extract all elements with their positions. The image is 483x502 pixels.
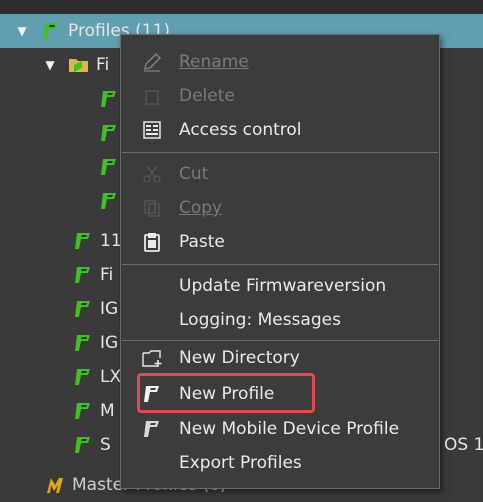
tree-node-label: Fi: [100, 265, 114, 285]
menu-item-label: New Directory: [179, 348, 300, 368]
menu-item-update-firmware[interactable]: Update Firmwareversion: [121, 269, 439, 303]
profile-icon: [72, 366, 94, 388]
menu-separator: [122, 264, 438, 265]
tree-node-label: IG: [100, 299, 119, 319]
profile-icon: [72, 332, 94, 354]
menu-item-label: Cut: [179, 164, 209, 184]
menu-item-paste[interactable]: Paste: [121, 225, 439, 259]
new-mobile-profile-icon: [141, 418, 163, 440]
access-control-icon: [141, 119, 163, 141]
new-folder-icon: [141, 347, 163, 369]
menu-item-rename[interactable]: Rename: [121, 45, 439, 79]
menu-item-copy[interactable]: Copy: [121, 191, 439, 225]
copy-icon: [141, 197, 163, 219]
master-profile-icon: [44, 474, 66, 496]
tree-node-label: LX: [100, 367, 122, 387]
profile-icon: [72, 434, 94, 456]
menu-item-label: Export Profiles: [179, 453, 302, 473]
menu-item-logging-messages[interactable]: Logging: Messages: [121, 303, 439, 337]
menu-item-label: Access control: [179, 120, 302, 140]
profile-icon: [98, 156, 120, 178]
delete-icon: [141, 85, 163, 107]
menu-item-label: Paste: [179, 232, 225, 252]
profile-icon: [98, 190, 120, 212]
pencil-icon: [141, 51, 163, 73]
clipboard-icon: [141, 231, 163, 253]
tree-node-label: S: [100, 435, 111, 455]
menu-item-label: Logging: Messages: [179, 310, 341, 330]
scissors-icon: [141, 163, 163, 185]
expand-arrow-icon[interactable]: ▼: [44, 58, 56, 72]
profile-icon: [40, 20, 62, 42]
menu-item-label: Rename: [179, 52, 249, 72]
tree-node-label: M: [100, 401, 115, 421]
tree-node-label: 11: [100, 231, 122, 251]
context-menu: Rename Delete Access control Cut Copy Pa…: [120, 34, 440, 489]
menu-item-access-control[interactable]: Access control: [121, 113, 439, 147]
profile-icon: [72, 298, 94, 320]
expand-arrow-icon[interactable]: ▼: [16, 24, 28, 38]
folder-icon: [68, 54, 90, 76]
tree-node-label: IG: [100, 333, 119, 353]
tree-node-label-suffix: OS 1: [444, 435, 483, 455]
menu-item-new-directory[interactable]: New Directory: [121, 341, 439, 375]
profile-icon: [72, 264, 94, 286]
menu-item-label: Delete: [179, 86, 235, 106]
top-strip: [0, 0, 483, 14]
menu-separator: [122, 152, 438, 153]
profile-icon: [98, 88, 120, 110]
menu-item-label: Copy: [179, 198, 223, 218]
profile-icon: [72, 400, 94, 422]
menu-item-delete[interactable]: Delete: [121, 79, 439, 113]
profile-icon: [98, 122, 120, 144]
menu-item-label: Update Firmwareversion: [179, 276, 387, 296]
tree-node-label: Fi: [96, 55, 110, 75]
menu-item-export-profiles[interactable]: Export Profiles: [121, 446, 439, 480]
profile-icon: [72, 230, 94, 252]
menu-item-cut[interactable]: Cut: [121, 157, 439, 191]
menu-item-label: New Mobile Device Profile: [179, 419, 400, 439]
highlight-box: [137, 373, 315, 413]
menu-item-new-mobile-profile[interactable]: New Mobile Device Profile: [121, 412, 439, 446]
